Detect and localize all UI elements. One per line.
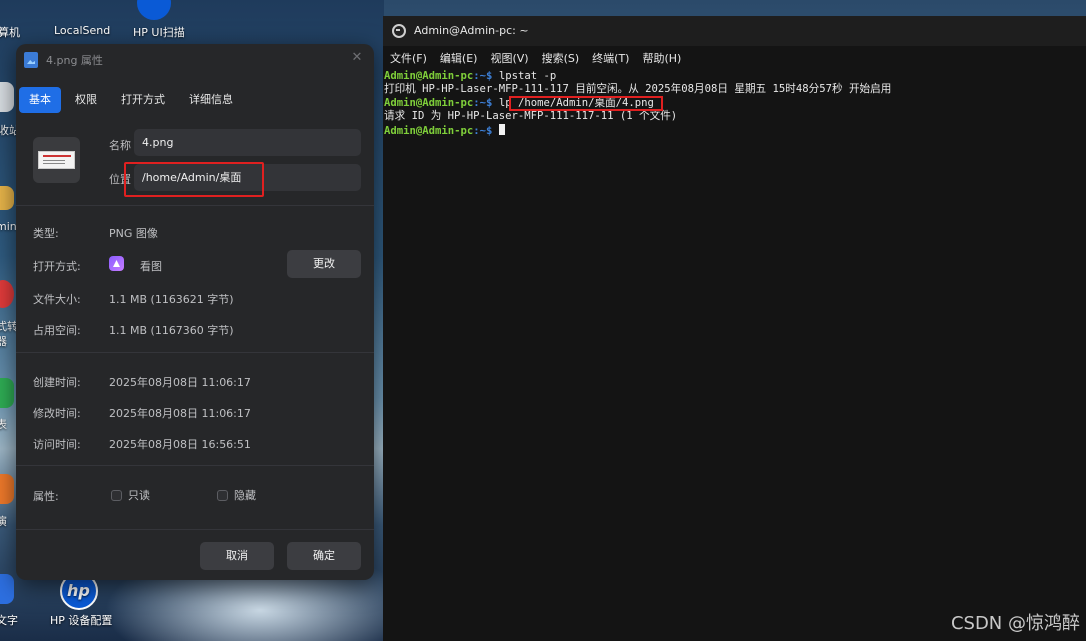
desktop-icon-computer-label[interactable]: 算机 [0, 24, 20, 40]
terminal-output[interactable]: Admin@Admin-pc:~$ lpstat -p 打印机 HP-HP-Las… [384, 70, 1084, 138]
image-viewer-icon [109, 256, 124, 271]
accessed-label: 访问时间: [33, 438, 81, 451]
created-value: 2025年08月08日 11:06:17 [109, 376, 251, 389]
type-value: PNG 图像 [109, 227, 158, 240]
dialog-titlebar: 4.png 属性 [24, 50, 103, 70]
terminal-line: Admin@Admin-pc:~$ [384, 123, 1084, 138]
trash-icon[interactable] [0, 82, 16, 112]
terminal-menubar: 文件(F) 编辑(E) 视图(V) 搜索(S) 终端(T) 帮助(H) [383, 47, 1086, 69]
terminal-icon [392, 24, 406, 38]
command-highlight-box [509, 96, 663, 111]
desktop-icon-hp-scan-label[interactable]: HP UI扫描 [133, 24, 185, 40]
hp-logo-icon[interactable] [137, 0, 173, 20]
accessed-value: 2025年08月08日 16:56:51 [109, 438, 251, 451]
text-cursor [498, 123, 505, 135]
watermark: CSDN @惊鸿醉 [950, 613, 1080, 634]
modified-value: 2025年08月08日 11:06:17 [109, 407, 251, 420]
menu-search[interactable]: 搜索(S) [542, 50, 580, 66]
divider [16, 205, 374, 206]
cancel-button[interactable]: 取消 [200, 542, 274, 570]
attributes-label: 属性: [33, 490, 59, 503]
terminal-line: 请求 ID 为 HP-HP-Laser-MFP-111-117-11 (1 个文… [384, 110, 678, 123]
converter-app-icon[interactable] [0, 280, 16, 308]
menu-edit[interactable]: 编辑(E) [440, 50, 478, 66]
hp-logo-text: hp [67, 581, 90, 600]
desktop-icon-writer-label[interactable]: 文字 [0, 612, 18, 628]
change-button[interactable]: 更改 [287, 250, 361, 278]
desktop-icon-admin-label[interactable]: min [0, 220, 17, 233]
desktop-icon-hp-config-label[interactable]: HP 设备配置 [50, 612, 112, 628]
divider [16, 352, 374, 353]
location-highlight-box [124, 162, 264, 197]
divider [16, 465, 374, 466]
name-label: 名称 [109, 139, 131, 152]
disk-usage-value: 1.1 MB (1167360 字节) [109, 324, 234, 337]
terminal-line: 打印机 HP-HP-Laser-MFP-111-117 目前空闲。从 2025年… [384, 83, 892, 96]
menu-view[interactable]: 视图(V) [490, 50, 528, 66]
writer-app-icon[interactable] [0, 574, 16, 604]
image-file-icon [24, 52, 38, 68]
desktop-icon-presentation-label[interactable]: 演 [0, 513, 7, 529]
checkbox-box[interactable] [217, 489, 228, 501]
presentation-app-icon[interactable] [0, 474, 16, 504]
open-with-value: 看图 [140, 260, 162, 273]
prompt-user: Admin@Admin-pc [384, 96, 474, 109]
command-text: lpstat -p [492, 70, 557, 82]
name-field[interactable]: 4.png [134, 129, 361, 156]
prompt-path: :~$ [473, 70, 493, 82]
terminal-titlebar: Admin@Admin-pc: ~ [383, 16, 1086, 46]
readonly-checkbox[interactable]: 只读 [111, 487, 150, 503]
desktop-icon-localsend-label[interactable]: LocalSend [54, 24, 110, 37]
menu-file[interactable]: 文件(F) [390, 50, 427, 66]
created-label: 创建时间: [33, 376, 81, 389]
file-properties-dialog: 4.png 属性 ✕ 基本 权限 打开方式 详细信息 名称 4.png 位置 /… [16, 44, 374, 580]
prompt-path: :~$ [473, 96, 493, 109]
tab-basic[interactable]: 基本 [19, 87, 61, 113]
disk-usage-label: 占用空间: [33, 324, 81, 337]
dialog-tabs: 基本 权限 打开方式 详细信息 [19, 87, 247, 113]
hidden-checkbox[interactable]: 隐藏 [217, 487, 256, 503]
prompt-user: Admin@Admin-pc [384, 124, 474, 137]
terminal-line: Admin@Admin-pc:~$ lpstat -p [384, 70, 1084, 83]
open-with-label: 打开方式: [33, 260, 81, 273]
desktop-icon-converter-label-2[interactable]: 器 [0, 333, 7, 349]
divider [16, 529, 374, 530]
tab-permissions[interactable]: 权限 [65, 87, 107, 113]
readonly-label: 只读 [128, 489, 150, 502]
file-size-value: 1.1 MB (1163621 字节) [109, 293, 234, 306]
close-icon[interactable]: ✕ [350, 51, 364, 65]
prompt-path: :~$ [473, 124, 493, 137]
prompt-user: Admin@Admin-pc [384, 70, 474, 82]
hidden-label: 隐藏 [234, 489, 256, 502]
type-label: 类型: [33, 227, 59, 240]
file-thumbnail [33, 137, 80, 183]
terminal-window: Admin@Admin-pc: ~ 文件(F) 编辑(E) 视图(V) 搜索(S… [383, 16, 1086, 641]
menu-help[interactable]: 帮助(H) [642, 50, 681, 66]
terminal-line: Admin@Admin-pc:~$ lp /home/Admin/桌面/4.pn… [384, 97, 1084, 110]
file-size-label: 文件大小: [33, 293, 81, 306]
menu-terminal[interactable]: 终端(T) [592, 50, 629, 66]
terminal-title: Admin@Admin-pc: ~ [414, 24, 529, 37]
dialog-title: 4.png 属性 [46, 54, 103, 67]
folder-icon[interactable] [0, 186, 16, 210]
tab-details[interactable]: 详细信息 [179, 87, 243, 113]
desktop-icon-spreadsheet-label[interactable]: 表 [0, 416, 7, 432]
ok-button[interactable]: 确定 [287, 542, 361, 570]
checkbox-box[interactable] [111, 489, 122, 501]
modified-label: 修改时间: [33, 407, 81, 420]
tab-open-with[interactable]: 打开方式 [111, 87, 175, 113]
spreadsheet-app-icon[interactable] [0, 378, 16, 408]
